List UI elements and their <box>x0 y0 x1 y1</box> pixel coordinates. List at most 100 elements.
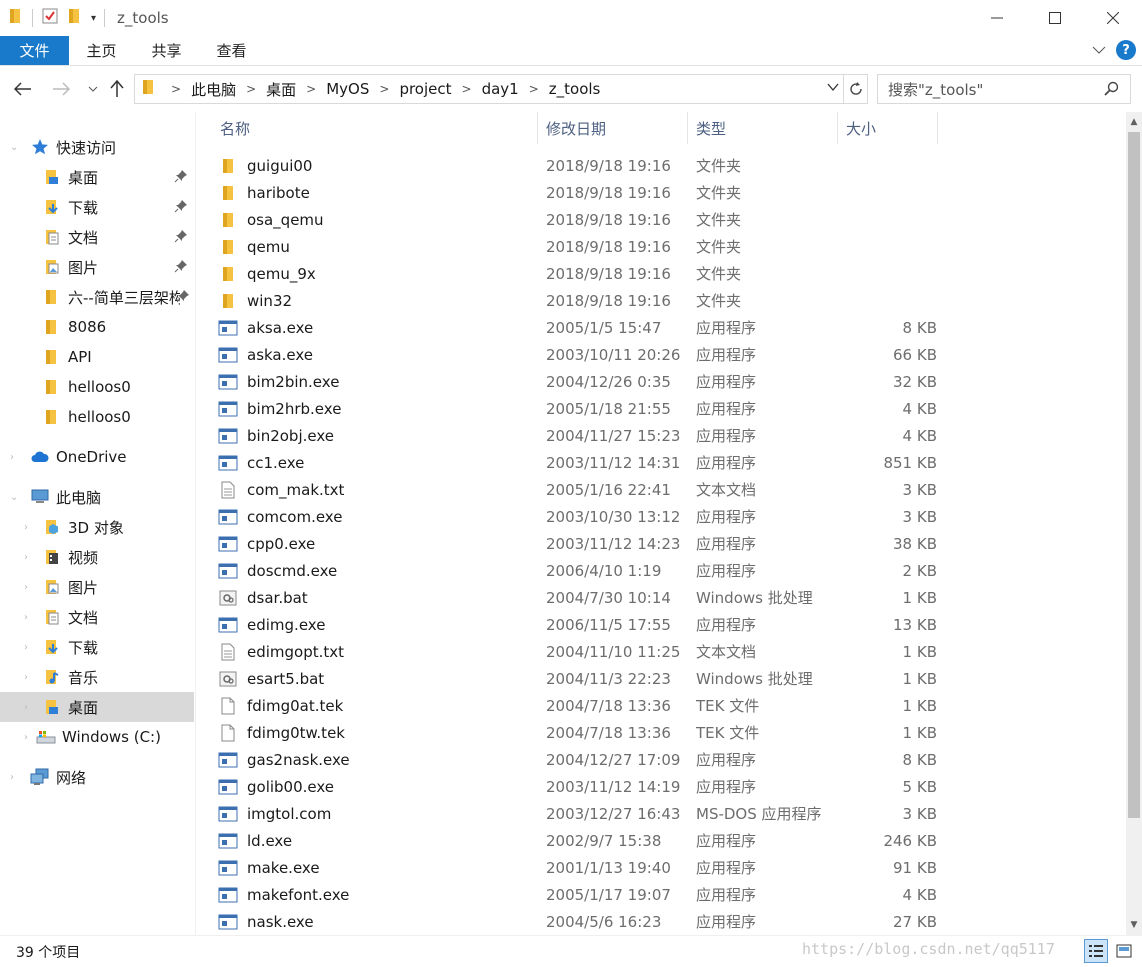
sidebar-item-this-pc[interactable]: ⌄ 此电脑 <box>0 482 194 512</box>
sidebar-item-pictures[interactable]: 图片 <box>0 252 194 282</box>
table-row[interactable]: haribote 2018/9/18 19:16 文件夹 <box>218 179 938 206</box>
table-row[interactable]: win32 2018/9/18 19:16 文件夹 <box>218 287 938 314</box>
breadcrumb-day1[interactable]: day1 <box>482 80 519 98</box>
tab-share[interactable]: 共享 <box>134 36 199 65</box>
sidebar-item-quick-access[interactable]: ⌄ 快速访问 <box>0 132 194 162</box>
column-header-size[interactable]: 大小 <box>838 112 938 144</box>
pin-icon[interactable] <box>174 259 188 277</box>
table-row[interactable]: makefont.exe 2005/1/17 19:07 应用程序 4 KB <box>218 881 938 908</box>
pin-icon[interactable] <box>174 199 188 217</box>
chevron-right-icon[interactable]: › <box>24 522 28 533</box>
breadcrumb-this-pc[interactable]: 此电脑 <box>191 79 236 100</box>
tab-view[interactable]: 查看 <box>199 36 264 65</box>
close-button[interactable] <box>1084 0 1142 36</box>
maximize-button[interactable] <box>1026 0 1084 36</box>
chevron-right-icon[interactable]: › <box>24 672 28 683</box>
table-row[interactable]: cc1.exe 2003/11/12 14:31 应用程序 851 KB <box>218 449 938 476</box>
sidebar-item-onedrive[interactable]: › OneDrive <box>0 442 194 472</box>
table-row[interactable]: qemu_9x 2018/9/18 19:16 文件夹 <box>218 260 938 287</box>
table-row[interactable]: guigui00 2018/9/18 19:16 文件夹 <box>218 152 938 179</box>
sidebar-item-network[interactable]: › 网络 <box>0 762 194 792</box>
pin-icon[interactable] <box>174 229 188 247</box>
search-icon[interactable] <box>1104 81 1120 101</box>
help-icon[interactable]: ? <box>1116 40 1136 60</box>
customize-toolbar-chevron-icon[interactable]: ▾ <box>91 13 96 24</box>
vertical-scrollbar[interactable]: ▲ ▼ <box>1126 112 1142 935</box>
chevron-right-icon[interactable]: > <box>171 82 181 96</box>
chevron-right-icon[interactable]: › <box>24 642 28 653</box>
pin-icon[interactable] <box>174 169 188 187</box>
sidebar-item-music[interactable]: › 音乐 <box>0 662 194 692</box>
breadcrumb-z-tools[interactable]: z_tools <box>549 80 601 98</box>
table-row[interactable]: cpp0.exe 2003/11/12 14:23 应用程序 38 KB <box>218 530 938 557</box>
sidebar-item-3d-objects[interactable]: › 3D 对象 <box>0 512 194 542</box>
table-row[interactable]: qemu 2018/9/18 19:16 文件夹 <box>218 233 938 260</box>
table-row[interactable]: edimgopt.txt 2004/11/10 11:25 文本文档 1 KB <box>218 638 938 665</box>
new-folder-icon[interactable] <box>67 7 83 29</box>
table-row[interactable]: aksa.exe 2005/1/5 15:47 应用程序 8 KB <box>218 314 938 341</box>
column-header-name[interactable]: 名称 <box>212 112 538 144</box>
chevron-down-icon[interactable]: ⌄ <box>10 142 18 153</box>
table-row[interactable]: bim2bin.exe 2004/12/26 0:35 应用程序 32 KB <box>218 368 938 395</box>
sidebar-item-pc-documents[interactable]: › 文档 <box>0 602 194 632</box>
table-row[interactable]: golib00.exe 2003/11/12 14:19 应用程序 5 KB <box>218 773 938 800</box>
chevron-right-icon[interactable]: > <box>246 82 256 96</box>
minimize-button[interactable] <box>968 0 1026 36</box>
sidebar-item-helloos0[interactable]: helloos0 <box>0 372 194 402</box>
pin-icon[interactable] <box>176 289 190 307</box>
search-input[interactable]: 搜索"z_tools" <box>877 74 1131 104</box>
sidebar-item-pc-downloads[interactable]: › 下载 <box>0 632 194 662</box>
breadcrumb-project[interactable]: project <box>399 80 451 98</box>
forward-button[interactable] <box>50 78 72 100</box>
table-row[interactable]: com_mak.txt 2005/1/16 22:41 文本文档 3 KB <box>218 476 938 503</box>
sidebar-item-api[interactable]: API <box>0 342 194 372</box>
chevron-right-icon[interactable]: › <box>24 582 28 593</box>
table-row[interactable]: aska.exe 2003/10/11 20:26 应用程序 66 KB <box>218 341 938 368</box>
sidebar-item-documents[interactable]: 文档 <box>0 222 194 252</box>
table-row[interactable]: edimg.exe 2006/11/5 17:55 应用程序 13 KB <box>218 611 938 638</box>
table-row[interactable]: gas2nask.exe 2004/12/27 17:09 应用程序 8 KB <box>218 746 938 773</box>
breadcrumb-desktop[interactable]: 桌面 <box>266 79 296 100</box>
sidebar-item-pc-desktop[interactable]: › 桌面 <box>0 692 194 722</box>
scrollbar-thumb[interactable] <box>1128 132 1140 818</box>
sidebar-item-8086[interactable]: 8086 <box>0 312 194 342</box>
chevron-right-icon[interactable]: › <box>24 702 28 713</box>
address-dropdown-icon[interactable] <box>827 81 839 95</box>
scroll-up-icon[interactable]: ▲ <box>1126 114 1142 130</box>
table-row[interactable]: comcom.exe 2003/10/30 13:12 应用程序 3 KB <box>218 503 938 530</box>
chevron-right-icon[interactable]: › <box>10 452 14 463</box>
expand-ribbon-chevron-icon[interactable] <box>1092 41 1106 59</box>
large-icons-view-button[interactable] <box>1112 939 1136 963</box>
chevron-right-icon[interactable]: › <box>24 732 28 743</box>
sidebar-item-downloads[interactable]: 下载 <box>0 192 194 222</box>
sidebar-item-helloos0-second[interactable]: helloos0 <box>0 402 194 432</box>
address-bar[interactable]: > 此电脑 > 桌面 > MyOS > project > day1 > z_t… <box>134 74 844 104</box>
sidebar-item-videos[interactable]: › 视频 <box>0 542 194 572</box>
sidebar-item-pc-pictures[interactable]: › 图片 <box>0 572 194 602</box>
up-button[interactable] <box>106 78 128 100</box>
table-row[interactable]: bin2obj.exe 2004/11/27 15:23 应用程序 4 KB <box>218 422 938 449</box>
breadcrumb-myos[interactable]: MyOS <box>326 80 369 98</box>
table-row[interactable]: osa_qemu 2018/9/18 19:16 文件夹 <box>218 206 938 233</box>
table-row[interactable]: bim2hrb.exe 2005/1/18 21:55 应用程序 4 KB <box>218 395 938 422</box>
tab-file[interactable]: 文件 <box>0 36 69 65</box>
refresh-button[interactable] <box>844 74 868 104</box>
table-row[interactable]: fdimg0at.tek 2004/7/18 13:36 TEK 文件 1 KB <box>218 692 938 719</box>
scroll-down-icon[interactable]: ▼ <box>1126 917 1142 933</box>
table-row[interactable]: dsar.bat 2004/7/30 10:14 Windows 批处理 1 KB <box>218 584 938 611</box>
back-button[interactable] <box>12 78 34 100</box>
table-row[interactable]: esart5.bat 2004/11/3 22:23 Windows 批处理 1 KB <box>218 665 938 692</box>
chevron-right-icon[interactable]: > <box>306 82 316 96</box>
column-header-type[interactable]: 类型 <box>688 112 838 144</box>
chevron-right-icon[interactable]: › <box>24 552 28 563</box>
table-row[interactable]: fdimg0tw.tek 2004/7/18 13:36 TEK 文件 1 KB <box>218 719 938 746</box>
properties-icon[interactable] <box>41 7 59 29</box>
recent-locations-chevron-icon[interactable] <box>82 78 104 100</box>
chevron-right-icon[interactable]: > <box>462 82 472 96</box>
column-header-date[interactable]: 修改日期 <box>538 112 688 144</box>
chevron-right-icon[interactable]: > <box>379 82 389 96</box>
chevron-right-icon[interactable]: › <box>10 772 14 783</box>
table-row[interactable]: nask.exe 2004/5/6 16:23 应用程序 27 KB <box>218 908 938 935</box>
chevron-right-icon[interactable]: › <box>24 612 28 623</box>
sidebar-item-folder-six[interactable]: 六--简单三层架构 <box>0 282 180 312</box>
